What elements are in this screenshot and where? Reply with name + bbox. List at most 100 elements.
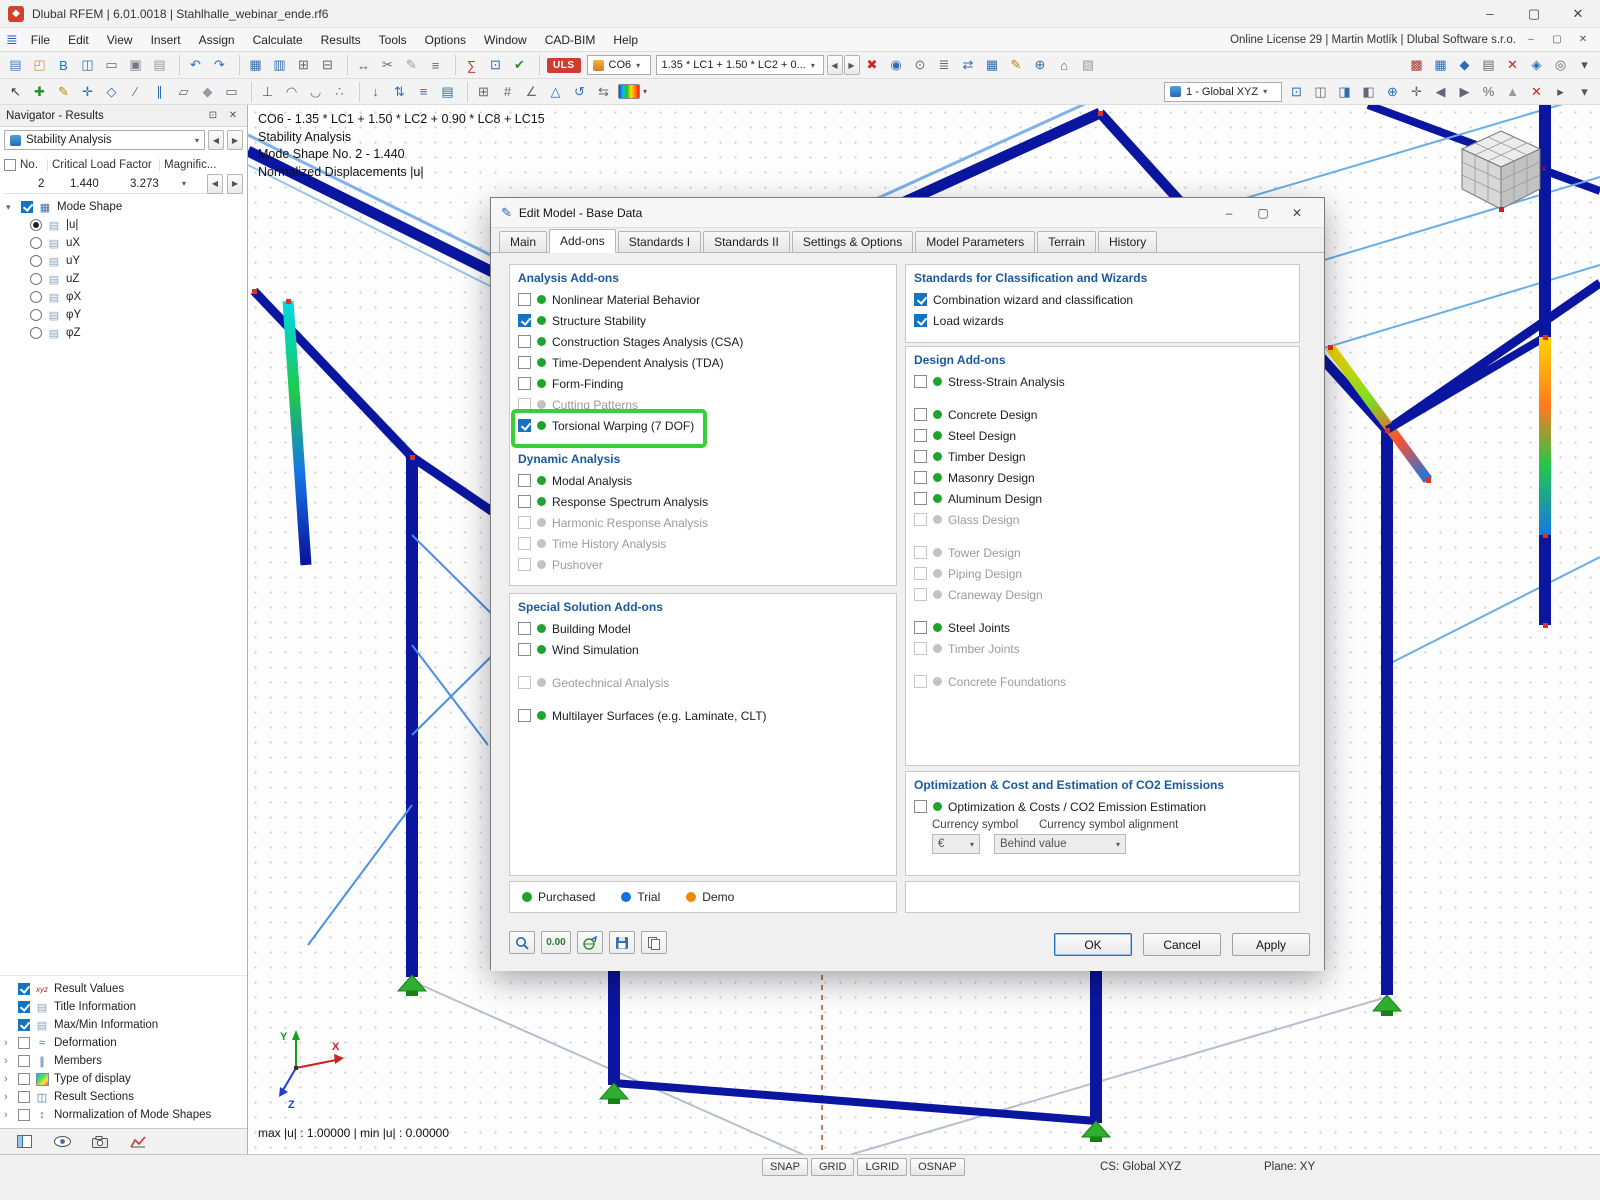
toolbar-icon[interactable]: ▸ [1549, 81, 1572, 103]
toolbar-icon[interactable]: △ [544, 81, 567, 103]
addon-row[interactable]: Geotechnical Analysis [510, 672, 896, 693]
snap-toggle-button[interactable]: OSNAP [910, 1158, 965, 1176]
dialog-tab[interactable]: Model Parameters [915, 231, 1035, 252]
dialog-tab[interactable]: Standards I [618, 231, 701, 252]
addon-row[interactable]: Cutting Patterns [510, 394, 896, 415]
addon-row[interactable]: Building Model [510, 618, 896, 639]
toolbar-icon[interactable]: ↖ [4, 81, 27, 103]
toolbar-icon[interactable]: ✎ [1005, 54, 1028, 76]
addon-row[interactable]: Harmonic Response Analysis [510, 512, 896, 533]
addon-row[interactable]: Structure Stability [510, 310, 896, 331]
toolbar-icon[interactable]: ≣ [933, 54, 956, 76]
expander-icon[interactable] [4, 1109, 13, 1121]
toolbar-icon[interactable]: B [52, 54, 75, 76]
addon-row[interactable]: Steel Design [906, 425, 1299, 446]
toolbar-icon[interactable]: ⊕ [1029, 54, 1052, 76]
toolbar-icon[interactable]: ▤ [148, 54, 171, 76]
toolbar-icon[interactable]: ▶ [1453, 81, 1476, 103]
menu-item[interactable]: Tools [370, 28, 416, 52]
addon-checkbox[interactable] [518, 676, 531, 689]
toolbar-icon[interactable]: ✎ [52, 81, 75, 103]
mode-radio[interactable] [30, 237, 42, 249]
display-option-row[interactable]: Normalization of Mode Shapes [4, 1106, 247, 1124]
addon-row[interactable]: Concrete Foundations [906, 671, 1299, 692]
previous-mode-button[interactable]: ◀ [207, 174, 223, 194]
search-button[interactable] [509, 931, 535, 954]
toolbar-icon[interactable]: ↺ [568, 81, 591, 103]
mode-radio[interactable] [30, 219, 42, 231]
mdi-close-button[interactable]: ✕ [1572, 31, 1594, 49]
toolbar-icon[interactable]: ≡ [424, 54, 447, 76]
mode-shape-option[interactable]: uZ [6, 270, 247, 288]
addon-row[interactable]: Aluminum Design [906, 488, 1299, 509]
toolbar-icon[interactable]: ⇄ [957, 54, 980, 76]
display-checkbox[interactable] [18, 1019, 30, 1031]
table-checkbox[interactable] [4, 159, 16, 171]
load-formula-combo[interactable]: 1.35 * LC1 + 1.50 * LC2 + 0... ▾ [656, 55, 824, 75]
addon-row[interactable]: Wind Simulation [510, 639, 896, 660]
mode-shape-node[interactable]: ▾ Mode Shape [6, 198, 247, 216]
menu-item[interactable]: Assign [190, 28, 244, 52]
export-web-button[interactable] [577, 931, 603, 954]
standards-row[interactable]: Combination wizard and classification [906, 289, 1299, 310]
coordinate-system-selector[interactable]: 1 - Global XYZ ▾ [1164, 82, 1282, 102]
toolbar-icon[interactable]: ▦ [1429, 54, 1452, 76]
toolbar-icon[interactable]: ◡ [304, 81, 327, 103]
toolbar-icon[interactable]: ⊡ [1285, 81, 1308, 103]
addon-checkbox[interactable] [914, 450, 927, 463]
addon-checkbox[interactable] [518, 495, 531, 508]
window-titlebar[interactable]: ◆ Dlubal RFEM | 6.01.0018 | Stahlhalle_w… [0, 0, 1600, 28]
toolbar-icon[interactable]: ⊞ [472, 81, 495, 103]
standards-checkbox[interactable] [914, 314, 927, 327]
window-maximize-button[interactable]: ▢ [1512, 0, 1556, 27]
toolbar-icon[interactable]: ◉ [885, 54, 908, 76]
toolbar-icon[interactable]: ▦ [981, 54, 1004, 76]
addon-checkbox[interactable] [914, 429, 927, 442]
addon-row[interactable]: Glass Design [906, 509, 1299, 530]
panel-toggle-button[interactable] [10, 1132, 38, 1152]
toolbar-icon[interactable]: ◰ [28, 54, 51, 76]
menu-item[interactable]: Window [475, 28, 536, 52]
table-row[interactable]: 2 1.440 3.273 ▾ ◀ ▶ [4, 174, 243, 193]
window-minimize-button[interactable]: – [1468, 0, 1512, 27]
toolbar-icon[interactable]: ✛ [76, 81, 99, 103]
addon-row[interactable]: Piping Design [906, 563, 1299, 584]
toolbar-icon[interactable]: ◫ [1309, 81, 1332, 103]
menu-item[interactable]: CAD-BIM [536, 28, 605, 52]
toolbar-icon[interactable]: ∥ [148, 81, 171, 103]
visibility-eye-button[interactable] [48, 1132, 76, 1152]
menu-item[interactable]: Options [416, 28, 475, 52]
mode-shape-option[interactable]: φX [6, 288, 247, 306]
mode-radio[interactable] [30, 255, 42, 267]
toolbar-icon[interactable]: ✖ [861, 54, 884, 76]
display-option-row[interactable]: Max/Min Information [4, 1016, 247, 1034]
addon-row[interactable]: Time History Analysis [510, 533, 896, 554]
addon-row[interactable]: Timber Joints [906, 638, 1299, 659]
dialog-close-button[interactable]: ✕ [1280, 200, 1314, 226]
addon-row[interactable]: Response Spectrum Analysis [510, 491, 896, 512]
addon-checkbox[interactable] [914, 492, 927, 505]
addon-row[interactable]: Concrete Design [906, 404, 1299, 425]
expander-icon[interactable] [4, 1037, 13, 1049]
decimal-places-button[interactable]: 0.00 [541, 931, 571, 954]
addon-checkbox[interactable] [914, 675, 927, 688]
dialog-tab[interactable]: History [1098, 231, 1157, 252]
load-combination-selector[interactable]: CO6 ▾ [587, 55, 651, 75]
addon-checkbox[interactable] [518, 474, 531, 487]
toolbar-icon[interactable]: ↶ [184, 54, 207, 76]
display-checkbox[interactable] [18, 1037, 30, 1049]
toolbar-icon[interactable]: ↷ [208, 54, 231, 76]
toolbar-icon[interactable]: ◠ [280, 81, 303, 103]
auto-hide-pin-icon[interactable]: ⊡ [205, 108, 221, 124]
mode-shape-option[interactable]: φZ [6, 324, 247, 342]
toolbar-icon[interactable]: ▤ [1477, 54, 1500, 76]
toolbar-icon[interactable]: ◇ [100, 81, 123, 103]
toolbar-icon[interactable]: ▭ [100, 54, 123, 76]
addon-checkbox[interactable] [914, 546, 927, 559]
chevron-down-icon[interactable]: ▾ [182, 179, 186, 188]
analysis-type-selector[interactable]: Stability Analysis ▾ [4, 130, 205, 150]
app-menu-icon[interactable]: ≣ [6, 31, 18, 48]
display-checkbox[interactable] [18, 1109, 30, 1121]
toolbar-icon[interactable]: ▤ [4, 54, 27, 76]
display-checkbox[interactable] [18, 1091, 30, 1103]
